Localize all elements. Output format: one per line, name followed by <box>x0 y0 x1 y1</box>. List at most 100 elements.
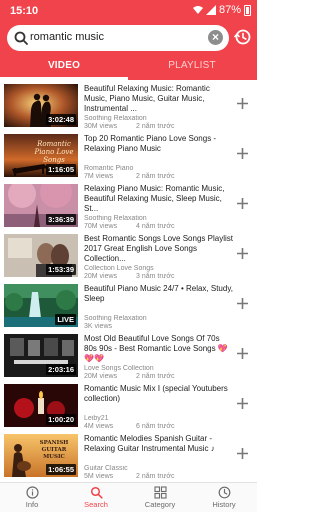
thumbnail-caption: Romantic Piano Love Songs <box>34 140 74 164</box>
video-meta: 20M views 3 năm trước <box>84 273 234 280</box>
search-input[interactable]: romantic music <box>30 31 104 43</box>
video-item[interactable]: 1:53:39 Best Romantic Songs Love Songs P… <box>0 232 257 282</box>
video-channel: Romantic Piano <box>84 165 134 172</box>
clear-search-icon[interactable]: × <box>208 30 223 45</box>
video-meta: 30M views 2 năm trước <box>84 123 234 130</box>
nav-category[interactable]: Category <box>130 486 190 509</box>
video-views: 20M views <box>84 373 118 380</box>
video-item[interactable]: Romantic Piano Love Songs 1:16:05 Top 20… <box>0 132 257 182</box>
video-age: 3 năm trước <box>136 273 175 280</box>
tab-playlist[interactable]: PLAYLIST <box>128 60 256 71</box>
video-thumbnail[interactable]: 3:02:48 <box>4 84 78 127</box>
video-duration: 3:36:39 <box>46 214 76 225</box>
video-thumbnail[interactable]: 3:36:39 <box>4 184 78 227</box>
battery-icon <box>244 4 251 16</box>
add-to-playlist-icon[interactable] <box>236 397 249 410</box>
video-meta: 3K views <box>84 323 234 330</box>
video-duration: 1:06:55 <box>46 464 76 475</box>
add-to-playlist-icon[interactable] <box>236 147 249 160</box>
add-to-playlist-icon[interactable] <box>236 247 249 260</box>
video-channel: Soothing Relaxation <box>84 215 147 222</box>
nav-info[interactable]: Info <box>2 486 62 509</box>
video-title: Romantic Music Mix Ⅰ (special Youtubers … <box>84 384 228 403</box>
video-item[interactable]: 3:02:48 Beautiful Relaxing Music: Romant… <box>0 82 257 132</box>
status-bar: 15:10 87% <box>0 0 257 22</box>
video-duration: 1:00:20 <box>46 414 76 425</box>
status-icons: 87% <box>192 4 251 16</box>
nav-search[interactable]: Search <box>66 486 126 509</box>
add-to-playlist-icon[interactable] <box>236 197 249 210</box>
bottom-navigation: Info Search Category History <box>0 482 257 512</box>
video-views: 70M views <box>84 223 118 230</box>
signal-icon <box>205 5 216 15</box>
video-title: Relaxing Piano Music: Romantic Music, Be… <box>84 184 225 213</box>
video-meta: 20M views 2 năm trước <box>84 373 234 380</box>
nav-history-label: History <box>212 500 236 509</box>
video-thumbnail[interactable]: LIVE <box>4 284 78 327</box>
nav-category-label: Category <box>144 500 176 509</box>
video-age: 2 năm trước <box>136 373 175 380</box>
video-thumbnail[interactable]: 1:53:39 <box>4 234 78 277</box>
video-meta: 7M views 2 năm trước <box>84 173 234 180</box>
video-item[interactable]: 3:36:39 Relaxing Piano Music: Romantic M… <box>0 182 257 232</box>
video-channel: Leiby21 <box>84 415 109 422</box>
video-views: 7M views <box>84 173 114 180</box>
tab-video[interactable]: VIDEO <box>0 60 128 71</box>
search-box[interactable]: romantic music × <box>7 25 229 51</box>
video-thumbnail[interactable]: Romantic Piano Love Songs 1:16:05 <box>4 134 78 177</box>
video-channel: Soothing Relaxation <box>84 115 147 122</box>
video-age: 4 năm trước <box>136 223 175 230</box>
video-age: 2 năm trước <box>136 123 175 130</box>
video-thumbnail[interactable]: 2:03:16 <box>4 334 78 377</box>
clock-icon <box>218 486 230 499</box>
video-item[interactable]: 2:03:16 Most Old Beautiful Love Songs Of… <box>0 332 257 382</box>
history-clock-icon[interactable] <box>232 27 252 47</box>
tab-bar: VIDEO PLAYLIST <box>0 54 257 80</box>
video-age: 2 năm trước <box>136 473 175 480</box>
add-to-playlist-icon[interactable] <box>236 297 249 310</box>
video-meta: 5M views 2 năm trước <box>84 473 234 480</box>
video-title: Top 20 Romantic Piano Love Songs - Relax… <box>84 134 217 153</box>
search-icon <box>90 486 103 499</box>
nav-search-label: Search <box>84 500 108 509</box>
video-channel: Love Songs Collection <box>84 365 154 372</box>
video-item[interactable]: LIVE Beautiful Piano Music 24/7 • Relax,… <box>0 282 257 332</box>
grid-icon <box>153 486 167 499</box>
video-title: Most Old Beautiful Love Songs Of 70s 80s… <box>84 334 228 363</box>
video-views: 3K views <box>84 323 113 330</box>
video-title: Romantic Melodies Spanish Guitar - Relax… <box>84 434 215 453</box>
video-views: 20M views <box>84 273 118 280</box>
video-title: Beautiful Piano Music 24/7 • Relax, Stud… <box>84 284 233 303</box>
video-title: Best Romantic Songs Love Songs Playlist … <box>84 234 233 263</box>
add-to-playlist-icon[interactable] <box>236 447 249 460</box>
wifi-icon <box>192 6 203 14</box>
video-views: 30M views <box>84 123 118 130</box>
video-title: Beautiful Relaxing Music: Romantic Music… <box>84 84 210 113</box>
video-channel: Guitar Classic <box>84 465 128 472</box>
video-thumbnail[interactable]: 1:00:20 <box>4 384 78 427</box>
video-views: 4M views <box>84 423 114 430</box>
video-list: 3:02:48 Beautiful Relaxing Music: Romant… <box>0 80 257 482</box>
video-views: 5M views <box>84 473 114 480</box>
video-thumbnail[interactable]: SPANISH GUITAR MUSIC 1:06:55 <box>4 434 78 477</box>
video-item[interactable]: 1:00:20 Romantic Music Mix Ⅰ (special Yo… <box>0 382 257 432</box>
video-age: 6 năm trước <box>136 423 175 430</box>
info-icon <box>25 486 39 499</box>
video-duration: 1:16:05 <box>46 164 76 175</box>
search-icon <box>14 31 28 45</box>
thumbnail-caption: SPANISH GUITAR MUSIC <box>39 440 69 460</box>
video-age: 2 năm trước <box>136 173 175 180</box>
add-to-playlist-icon[interactable] <box>236 347 249 360</box>
video-meta: 70M views 4 năm trước <box>84 223 234 230</box>
add-to-playlist-icon[interactable] <box>236 97 249 110</box>
nav-history[interactable]: History <box>194 486 254 509</box>
battery-percent: 87% <box>218 4 241 16</box>
live-badge: LIVE <box>55 314 76 325</box>
video-duration: 1:53:39 <box>46 264 76 275</box>
status-time: 15:10 <box>10 5 39 17</box>
video-channel: Collection Love Songs <box>84 265 154 272</box>
video-item[interactable]: SPANISH GUITAR MUSIC 1:06:55 Romantic Me… <box>0 432 257 482</box>
nav-info-label: Info <box>25 500 39 509</box>
video-duration: 3:02:48 <box>46 114 76 125</box>
video-meta: 4M views 6 năm trước <box>84 423 234 430</box>
